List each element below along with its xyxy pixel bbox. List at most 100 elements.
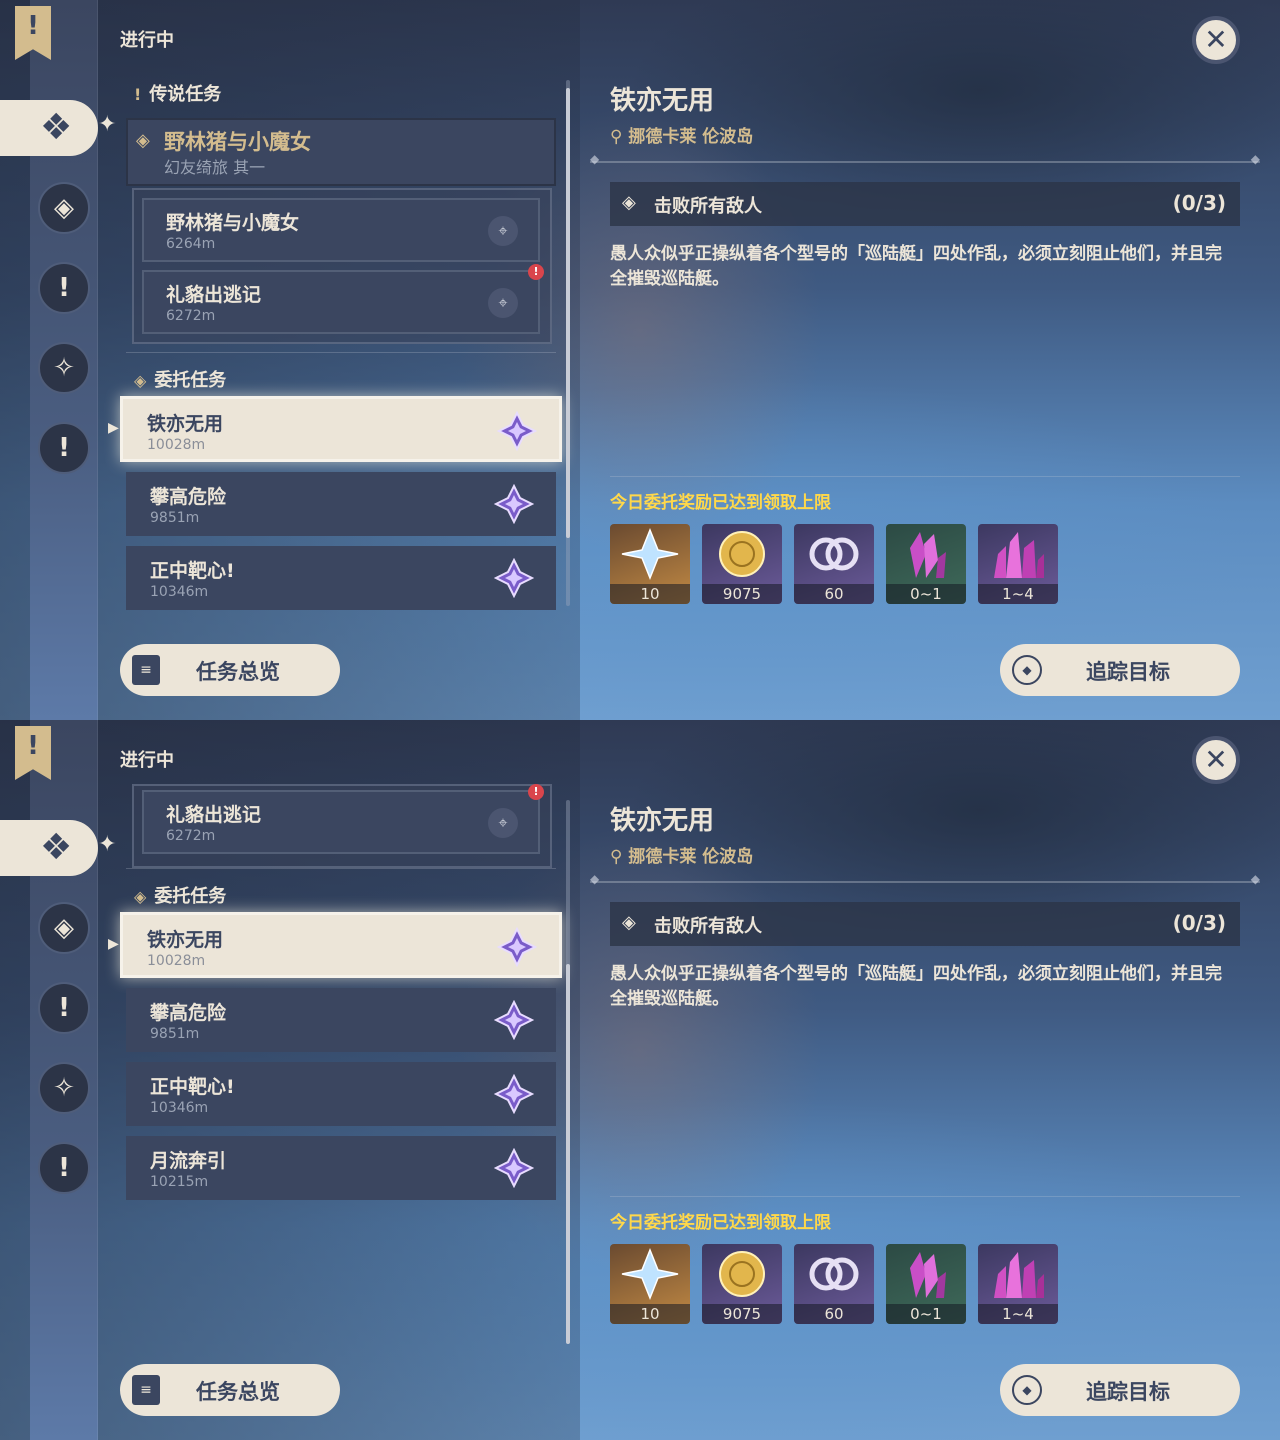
commission-star-icon bbox=[493, 483, 535, 525]
alert-badge-icon: ! bbox=[528, 264, 544, 280]
commission-distance: 10028m bbox=[147, 953, 206, 969]
rail-tab-legend[interactable]: ◈ bbox=[38, 902, 90, 954]
section-commission-label: 委托任务 bbox=[154, 370, 227, 391]
rail-tab-story[interactable]: ! bbox=[38, 262, 90, 314]
rail-tab-commission-active[interactable]: ❖ bbox=[0, 820, 98, 876]
detail-title: 铁亦无用 bbox=[610, 806, 715, 836]
location-pin-icon: ⚲ bbox=[610, 127, 623, 147]
quest-overview-label: 任务总览 bbox=[196, 1380, 280, 1404]
commission-star-icon bbox=[496, 410, 538, 452]
rail-tab-world[interactable]: ✧ bbox=[38, 342, 90, 394]
commission-star-icon bbox=[493, 999, 535, 1041]
commission-name: 铁亦无用 bbox=[147, 929, 224, 951]
track-objective-button[interactable]: ◆ 追踪目标 bbox=[1000, 1364, 1240, 1416]
commission-item[interactable]: 攀高危险 9851m bbox=[126, 472, 556, 536]
section-legend: ! 传说任务 bbox=[134, 80, 221, 106]
objective-diamond-icon: ◈ bbox=[622, 912, 636, 933]
track-objective-button[interactable]: ◆ 追踪目标 bbox=[1000, 644, 1240, 696]
quest-book-icon: ≡ bbox=[132, 655, 160, 685]
subquest-item[interactable]: 礼貉出逃记 6272m ⌖ ! bbox=[142, 784, 544, 854]
mora-coin-icon bbox=[719, 531, 765, 577]
active-spark-icon: ✦ bbox=[98, 832, 117, 857]
map-pin-icon[interactable]: ⌖ bbox=[488, 216, 518, 246]
commission-section-icon: ◈ bbox=[134, 371, 147, 390]
rail-tab-story[interactable]: ! bbox=[38, 982, 90, 1034]
reward-qty: 0~1 bbox=[886, 1304, 966, 1324]
track-objective-label: 追踪目标 bbox=[1086, 660, 1170, 684]
close-button[interactable]: ✕ bbox=[1192, 16, 1240, 64]
section-commission: ◈ 委托任务 bbox=[134, 882, 226, 908]
subquest-distance: 6272m bbox=[166, 828, 216, 844]
quest-overview-button[interactable]: ≡ 任务总览 bbox=[120, 644, 340, 696]
reward-item[interactable]: 60 bbox=[794, 1244, 874, 1324]
reward-item[interactable]: 0~1 bbox=[886, 524, 966, 604]
objective-count: (0/3) bbox=[1172, 191, 1226, 215]
commission-distance: 10346m bbox=[150, 584, 209, 600]
primogem-icon bbox=[621, 1247, 679, 1301]
track-target-icon: ◆ bbox=[1012, 1375, 1042, 1405]
rail-tab-legend[interactable]: ◈ bbox=[38, 182, 90, 234]
quest-description: 愚人众似乎正操纵着各个型号的「巡陆艇」四处作乱，必须立刻阻止他们，并且完全摧毁巡… bbox=[610, 244, 1222, 289]
rail-tab-event[interactable]: ! bbox=[38, 1142, 90, 1194]
objective-text: 击败所有敌人 bbox=[654, 916, 762, 937]
reward-item[interactable]: 0~1 bbox=[886, 1244, 966, 1324]
detail-location: ⚲ 挪德卡莱 伦波岛 bbox=[610, 842, 753, 867]
map-pin-icon[interactable]: ⌖ bbox=[488, 288, 518, 318]
commission-item[interactable]: 攀高危险 9851m bbox=[126, 988, 556, 1052]
description-divider bbox=[610, 1196, 1240, 1197]
quest-overview-button[interactable]: ≡ 任务总览 bbox=[120, 1364, 340, 1416]
reward-qty: 60 bbox=[794, 1304, 874, 1324]
primogem-icon bbox=[621, 527, 679, 581]
subquest-name: 礼貉出逃记 bbox=[166, 284, 262, 306]
reward-item[interactable]: 1~4 bbox=[978, 524, 1058, 604]
reward-qty: 9075 bbox=[702, 584, 782, 604]
reward-item[interactable]: 60 bbox=[794, 524, 874, 604]
reward-item[interactable]: 9075 bbox=[702, 1244, 782, 1324]
quest-list-scrollthumb[interactable] bbox=[566, 88, 570, 538]
commission-item-selected[interactable]: 铁亦无用 10028m bbox=[120, 396, 562, 462]
subquest-item[interactable]: 野林猪与小魔女 6264m ⌖ bbox=[142, 198, 540, 262]
reward-limit-note: 今日委托奖励已达到领取上限 bbox=[610, 493, 831, 513]
ornament-divider bbox=[590, 152, 1260, 166]
rail-tab-commission-active[interactable]: ❖ bbox=[0, 100, 98, 156]
commission-name: 攀高危险 bbox=[150, 1002, 227, 1024]
section-commission: ◈ 委托任务 bbox=[134, 366, 226, 392]
location-pin-icon: ⚲ bbox=[610, 847, 623, 867]
rail-tab-world[interactable]: ✧ bbox=[38, 1062, 90, 1114]
commission-item[interactable]: 正中靶心! 10346m bbox=[126, 1062, 556, 1126]
detail-location-text: 挪德卡莱 伦波岛 bbox=[628, 847, 754, 867]
status-label: 进行中 bbox=[120, 750, 174, 771]
commission-name: 月流奔引 bbox=[150, 1150, 227, 1172]
subquest-distance: 6272m bbox=[166, 308, 216, 324]
quest-list-scrollthumb[interactable] bbox=[566, 964, 570, 1344]
close-button[interactable]: ✕ bbox=[1192, 736, 1240, 784]
objective-count: (0/3) bbox=[1172, 911, 1226, 935]
legend-quest-subtitle: 幻友绮旅 其一 bbox=[164, 158, 266, 177]
reward-item[interactable]: 1~4 bbox=[978, 1244, 1058, 1324]
legend-quest-card[interactable]: ◈ 野林猪与小魔女 幻友绮旅 其一 bbox=[126, 118, 556, 186]
reward-item[interactable]: 9075 bbox=[702, 524, 782, 604]
quest-description: 愚人众似乎正操纵着各个型号的「巡陆艇」四处作乱，必须立刻阻止他们，并且完全摧毁巡… bbox=[610, 964, 1222, 1009]
reward-item[interactable]: 10 bbox=[610, 1244, 690, 1324]
rail-tab-event[interactable]: ! bbox=[38, 422, 90, 474]
commission-category-icon: ❖ bbox=[40, 107, 73, 148]
reward-qty: 60 bbox=[794, 584, 874, 604]
commission-category-icon: ❖ bbox=[40, 827, 73, 868]
section-divider bbox=[126, 352, 556, 353]
mora-coin-icon bbox=[719, 1251, 765, 1297]
subquest-item[interactable]: 礼貉出逃记 6272m ⌖ ! bbox=[142, 264, 544, 334]
commission-name: 正中靶心! bbox=[150, 1076, 235, 1098]
quest-overview-label: 任务总览 bbox=[196, 660, 280, 684]
map-pin-icon[interactable]: ⌖ bbox=[488, 808, 518, 838]
active-spark-icon: ✦ bbox=[98, 112, 117, 137]
commission-item[interactable]: 月流奔引 10215m bbox=[126, 1136, 556, 1200]
reward-item[interactable]: 10 bbox=[610, 524, 690, 604]
commission-item-selected[interactable]: 铁亦无用 10028m bbox=[120, 912, 562, 978]
commission-section-icon: ◈ bbox=[134, 887, 147, 906]
legend-section-icon: ! bbox=[134, 85, 142, 104]
commission-star-icon bbox=[496, 926, 538, 968]
crystal-cluster-icon bbox=[994, 1252, 1044, 1298]
commission-star-icon bbox=[493, 1147, 535, 1189]
commission-item[interactable]: 正中靶心! 10346m bbox=[126, 546, 556, 610]
section-commission-label: 委托任务 bbox=[154, 886, 227, 907]
